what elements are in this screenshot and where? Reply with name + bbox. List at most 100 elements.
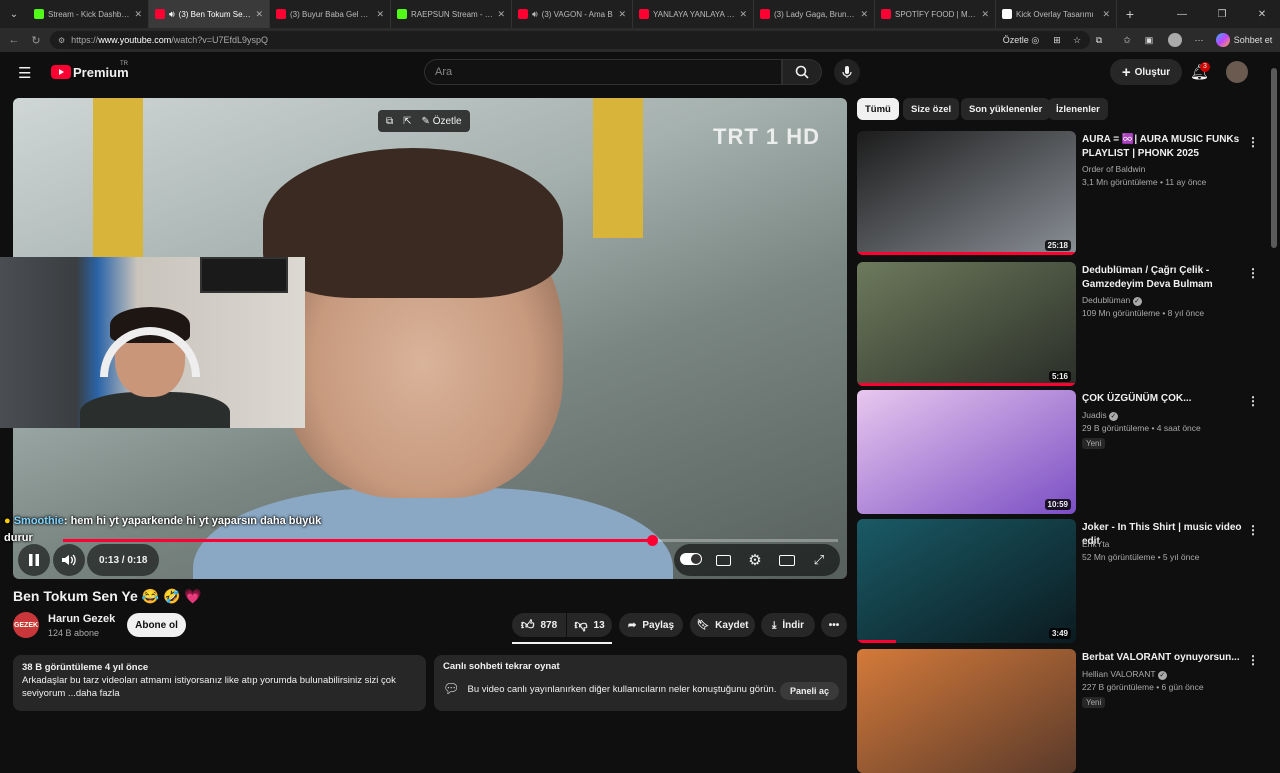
voice-search-button[interactable]	[834, 59, 860, 85]
recommended-video[interactable]: Berbat VALORANT oynuyorsun... Hellian VAL…	[857, 649, 1267, 773]
search-button[interactable]	[782, 59, 822, 85]
account-avatar[interactable]	[1226, 61, 1248, 83]
chip-all[interactable]: Tümü	[857, 98, 899, 120]
chip-recent[interactable]: Son yüklenenler	[961, 98, 1051, 120]
progress-bar[interactable]	[63, 535, 838, 546]
browser-tab[interactable]: Stream - Kick Dashboard ✕	[28, 0, 149, 28]
favorites-button[interactable]: ✩	[1118, 28, 1136, 52]
new-tab-button[interactable]: +	[1117, 6, 1143, 22]
description-box[interactable]: 38 B görüntüleme 4 yıl önce Arkadaşlar b…	[13, 655, 426, 711]
browser-tab[interactable]: RAEPSUN Stream - Watch ✕	[391, 0, 512, 28]
minimize-button[interactable]: —	[1162, 0, 1202, 28]
create-button[interactable]: + Oluştur	[1110, 59, 1182, 85]
miniplayer-icon[interactable]: ⧉	[386, 116, 393, 127]
channel-avatar[interactable]: GEZEK	[13, 612, 39, 638]
youtube-logo-icon[interactable]	[51, 65, 71, 79]
subtitles-button[interactable]	[712, 551, 734, 569]
page-scrollbar[interactable]	[1268, 52, 1280, 720]
favicon-icon	[155, 9, 165, 19]
reload-button[interactable]: ↻	[24, 28, 48, 52]
recommended-channel[interactable]: Juadis ✓	[1082, 410, 1118, 421]
download-button[interactable]: ⤓ İndir	[761, 613, 815, 637]
guide-menu-button[interactable]: ☰	[18, 64, 31, 82]
copilot-button[interactable]: Sohbet et	[1214, 28, 1274, 52]
video-thumbnail[interactable]: 3:49	[857, 519, 1076, 643]
play-pause-button[interactable]	[18, 544, 50, 576]
browser-tab[interactable]: (3) Buyur Baba Gel Adam ✕	[270, 0, 391, 28]
more-vertical-icon[interactable]: ⋮	[1247, 135, 1259, 149]
summarize-video-button[interactable]: ✎ Özetle	[422, 116, 462, 127]
recommended-channel[interactable]: EnkYta	[1082, 539, 1109, 549]
collections-button[interactable]: ▣	[1140, 28, 1158, 52]
more-actions-button[interactable]: •••	[821, 613, 847, 637]
chip-watched[interactable]: İzlenenler	[1048, 98, 1108, 120]
scrubber-handle[interactable]	[647, 535, 658, 546]
video-thumbnail[interactable]: 10:59	[857, 390, 1076, 514]
close-window-button[interactable]: ✕	[1242, 0, 1280, 28]
popout-icon[interactable]: ⇱	[403, 116, 411, 127]
site-info-icon[interactable]: ⚙	[58, 36, 65, 45]
close-tab-icon[interactable]: ✕	[497, 9, 505, 20]
maximize-button[interactable]: ❐	[1202, 0, 1242, 28]
recommended-channel[interactable]: Hellian VALORANT ✓	[1082, 669, 1167, 680]
address-bar[interactable]: ⚙ https://www.youtube.com/watch?v=U7EfdL…	[50, 31, 1090, 49]
summarize-page-button[interactable]: Özetle ◎	[998, 28, 1044, 52]
close-tab-icon[interactable]: ✕	[134, 9, 142, 20]
audio-playing-icon[interactable]: 🔊︎	[532, 9, 538, 20]
profile-button[interactable]	[1166, 28, 1184, 52]
channel-name[interactable]: Harun Gezek	[48, 613, 115, 625]
subscribe-button[interactable]: Abone ol	[127, 613, 186, 637]
close-tab-icon[interactable]: ✕	[739, 9, 747, 20]
mute-button[interactable]	[53, 544, 85, 576]
recommended-channel[interactable]: Order of Baldwin	[1082, 164, 1145, 174]
like-button[interactable]: 👍︎ 878	[512, 613, 566, 637]
close-tab-icon[interactable]: ✕	[981, 9, 989, 20]
close-tab-icon[interactable]: ✕	[618, 9, 626, 20]
browser-menu-button[interactable]: ···	[1190, 28, 1208, 52]
recommended-video[interactable]: 5:16 Dedublüman / Çağrı Çelik - Gamzedeyi…	[857, 262, 1267, 386]
more-vertical-icon[interactable]: ⋮	[1247, 653, 1259, 667]
recommended-video[interactable]: 10:59 ÇOK ÜZGÜNÜM ÇOK... Juadis ✓ 29 B görü…	[857, 390, 1267, 514]
recommended-video-title[interactable]: AURA = ♾️| AURA MUSIC FUNKs PLAYLIST | P…	[1082, 133, 1242, 160]
favorite-button[interactable]: ☆	[1068, 28, 1086, 52]
recommended-video[interactable]: 3:49 Joker - In This Shirt | music video …	[857, 519, 1267, 643]
browser-tab[interactable]: Kick Overlay Tasarımı ✕	[996, 0, 1117, 28]
dislike-button[interactable]: 👎︎ 13	[567, 613, 612, 637]
browser-tab[interactable]: (3) Lady Gaga, Bruno M ✕	[754, 0, 875, 28]
extensions-button[interactable]: ⧉	[1090, 28, 1108, 52]
scrollbar-thumb[interactable]	[1271, 68, 1277, 248]
autoplay-toggle[interactable]	[680, 552, 702, 566]
fullscreen-button[interactable]: ⤢	[808, 551, 830, 569]
more-vertical-icon[interactable]: ⋮	[1247, 394, 1259, 408]
video-thumbnail[interactable]	[857, 649, 1076, 773]
back-button[interactable]: ←	[2, 28, 26, 52]
video-thumbnail[interactable]: 25:18	[857, 131, 1076, 255]
more-vertical-icon[interactable]: ⋮	[1247, 266, 1259, 280]
recommended-video[interactable]: 25:18 AURA = ♾️| AURA MUSIC FUNKs PLAYLIS…	[857, 131, 1267, 255]
save-button[interactable]: 🔖︎ Kaydet	[690, 613, 755, 637]
url-host: www.youtube.com	[98, 35, 172, 45]
browser-tab[interactable]: YANLAYA YANLAYA | 55 ✕	[633, 0, 754, 28]
video-thumbnail[interactable]: 5:16	[857, 262, 1076, 386]
audio-playing-icon[interactable]: 🔊︎	[169, 9, 175, 20]
close-tab-icon[interactable]: ✕	[860, 9, 868, 20]
browser-tab[interactable]: SPOTİFY FOOD | Madam ✕	[875, 0, 996, 28]
browser-tab[interactable]: 🔊︎ (3) VAGON - Ama B ✕	[512, 0, 633, 28]
more-vertical-icon[interactable]: ⋮	[1247, 523, 1259, 537]
add-app-button[interactable]: ⊞	[1048, 28, 1066, 52]
recommended-video-title[interactable]: Dedublüman / Çağrı Çelik - Gamzedeyim De…	[1082, 264, 1242, 291]
search-input[interactable]: Ara	[424, 59, 782, 85]
recommended-video-title[interactable]: ÇOK ÜZGÜNÜM ÇOK...	[1082, 392, 1242, 406]
share-button[interactable]: ➦ Paylaş	[619, 613, 683, 637]
close-tab-icon[interactable]: ✕	[376, 9, 384, 20]
close-tab-icon[interactable]: ✕	[1102, 9, 1110, 20]
settings-button[interactable]: ⚙	[744, 551, 766, 569]
theater-mode-button[interactable]	[776, 551, 798, 569]
tab-actions-menu[interactable]: ⌄	[0, 0, 28, 28]
chip-for-you[interactable]: Size özel	[903, 98, 960, 120]
recommended-channel[interactable]: Dedublüman ✓	[1082, 295, 1142, 306]
close-tab-icon[interactable]: ✕	[255, 9, 263, 20]
recommended-video-title[interactable]: Berbat VALORANT oynuyorsun...	[1082, 651, 1242, 665]
open-panel-button[interactable]: Paneli aç	[779, 682, 839, 700]
browser-tab[interactable]: 🔊︎ (3) Ben Tokum Sen Ye ✕	[149, 0, 270, 28]
